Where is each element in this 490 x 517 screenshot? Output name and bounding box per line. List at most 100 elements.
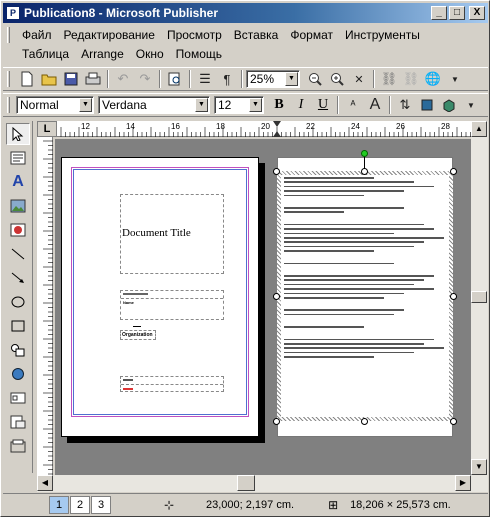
columns-icon[interactable]: ☰ <box>195 69 215 89</box>
form-control-icon[interactable] <box>6 387 30 409</box>
menu-tools[interactable]: Инструменты <box>339 28 426 42</box>
fill-color-icon[interactable] <box>417 95 437 115</box>
close-button[interactable]: X <box>469 6 485 20</box>
save-icon[interactable] <box>61 69 81 89</box>
toolbar-grip[interactable] <box>7 97 10 113</box>
print-icon[interactable] <box>83 69 103 89</box>
resize-handle-s[interactable] <box>361 418 368 425</box>
scroll-thumb-h[interactable] <box>237 475 255 491</box>
rectangle-icon[interactable] <box>6 315 30 337</box>
workspace[interactable]: Document Title Name Organization <box>55 139 471 475</box>
increase-font-icon[interactable]: A <box>365 95 385 115</box>
menu-insert[interactable]: Вставка <box>228 28 285 42</box>
link-icon[interactable]: ⛓ <box>379 69 399 89</box>
font-size-value: 12 <box>218 98 232 112</box>
menu-view[interactable]: Просмотр <box>161 28 228 42</box>
toolbar-options-icon[interactable]: ▼ <box>445 69 465 89</box>
page-tab-2[interactable]: 2 <box>70 495 90 514</box>
italic-button[interactable]: I <box>291 95 311 115</box>
underline-button[interactable]: U <box>313 95 333 115</box>
horizontal-ruler[interactable]: 12 14 16 18 20 22 24 26 28 <box>57 121 471 137</box>
scroll-up-arrow-icon[interactable]: ▲ <box>471 121 487 137</box>
chevron-down-icon[interactable]: ▼ <box>79 98 92 112</box>
toolbar-separator <box>107 70 109 88</box>
bold-button[interactable]: B <box>269 95 289 115</box>
scroll-down-arrow-icon[interactable]: ▼ <box>471 459 487 475</box>
page-left[interactable]: Document Title Name Organization <box>61 157 259 437</box>
open-icon[interactable] <box>39 69 59 89</box>
new-icon[interactable] <box>17 69 37 89</box>
page-tab-3[interactable]: 3 <box>91 495 111 514</box>
scroll-thumb[interactable] <box>471 291 487 303</box>
x-mark-icon[interactable]: ✕ <box>349 69 369 89</box>
zoom-select[interactable]: 25% ▼ <box>246 70 300 88</box>
rotation-handle[interactable] <box>361 150 368 157</box>
ruler-label: 24 <box>351 122 360 131</box>
autoshapes-icon[interactable] <box>6 339 30 361</box>
resize-handle-ne[interactable] <box>450 168 457 175</box>
resize-handle-e[interactable] <box>450 293 457 300</box>
pilcrow-icon[interactable]: ¶ <box>217 69 237 89</box>
document-title[interactable]: Document Title <box>121 227 223 239</box>
title-frame[interactable]: Document Title <box>120 194 224 274</box>
chevron-down-icon[interactable]: ▼ <box>195 98 208 112</box>
contact-frame[interactable] <box>120 376 224 392</box>
menu-edit[interactable]: Редактирование <box>58 28 161 42</box>
3d-style-icon[interactable] <box>439 95 459 115</box>
maximize-button[interactable]: □ <box>449 6 465 20</box>
font-select[interactable]: Verdana ▼ <box>98 96 210 114</box>
hyperlink-icon[interactable]: 🌐 <box>423 69 443 89</box>
text-line <box>284 237 444 239</box>
resize-handle-n[interactable] <box>361 168 368 175</box>
oval-icon[interactable] <box>6 291 30 313</box>
info-frame[interactable]: Name <box>120 290 224 320</box>
toolbar-options-icon[interactable]: ▼ <box>461 95 481 115</box>
chevron-down-icon[interactable]: ▼ <box>249 98 262 112</box>
clip-art-icon[interactable] <box>6 219 30 241</box>
menu-grip[interactable] <box>7 27 10 43</box>
zoom-in-icon[interactable] <box>327 69 347 89</box>
publisher-app-icon[interactable]: P <box>6 6 20 20</box>
redo-icon[interactable]: ↷ <box>135 69 155 89</box>
menu-help[interactable]: Помощь <box>170 47 228 61</box>
menu-arrange[interactable]: Arrange <box>75 47 130 61</box>
resize-handle-se[interactable] <box>450 418 457 425</box>
vertical-ruler[interactable] <box>37 137 53 475</box>
line-spacing-icon[interactable]: ⇅ <box>395 95 415 115</box>
ruler-corner[interactable]: L <box>37 121 57 137</box>
menu-table[interactable]: Таблица <box>16 47 75 61</box>
decrease-font-icon[interactable]: ᴬ <box>343 95 363 115</box>
picture-icon[interactable] <box>6 195 30 217</box>
style-select[interactable]: Normal ▼ <box>16 96 94 114</box>
resize-handle-sw[interactable] <box>273 418 280 425</box>
chevron-down-icon[interactable]: ▼ <box>285 72 298 86</box>
hot-spot-icon[interactable] <box>6 363 30 385</box>
toolbar-grip[interactable] <box>7 71 10 87</box>
unlink-icon[interactable]: ⛓ <box>401 69 421 89</box>
resize-handle-nw[interactable] <box>273 168 280 175</box>
organization-frame[interactable]: Organization <box>120 330 156 340</box>
font-size-select[interactable]: 12 ▼ <box>214 96 264 114</box>
menu-window[interactable]: Окно <box>130 47 170 61</box>
page-tab-1[interactable]: 1 <box>49 495 69 514</box>
text-box-icon[interactable] <box>6 147 30 169</box>
word-art-icon[interactable]: A <box>6 171 30 193</box>
vertical-scrollbar[interactable]: ▲ ▼ <box>471 121 488 475</box>
font-value: Verdana <box>102 98 147 112</box>
menu-format[interactable]: Формат <box>284 28 339 42</box>
pointer-icon[interactable] <box>6 123 30 145</box>
line-icon[interactable] <box>6 243 30 265</box>
resize-handle-w[interactable] <box>273 293 280 300</box>
html-fragment-icon[interactable] <box>6 411 30 433</box>
print-preview-icon[interactable] <box>165 69 185 89</box>
scroll-right-arrow-icon[interactable]: ▶ <box>455 475 471 491</box>
design-gallery-icon[interactable] <box>6 435 30 457</box>
minimize-button[interactable]: _ <box>431 6 447 20</box>
undo-icon[interactable]: ↶ <box>113 69 133 89</box>
selected-text-box[interactable] <box>281 175 449 417</box>
horizontal-scrollbar[interactable]: ◀ ▶ <box>37 475 488 492</box>
arrow-icon[interactable] <box>6 267 30 289</box>
menu-file[interactable]: Файл <box>16 28 58 42</box>
zoom-out-icon[interactable] <box>305 69 325 89</box>
scroll-left-arrow-icon[interactable]: ◀ <box>37 475 53 491</box>
